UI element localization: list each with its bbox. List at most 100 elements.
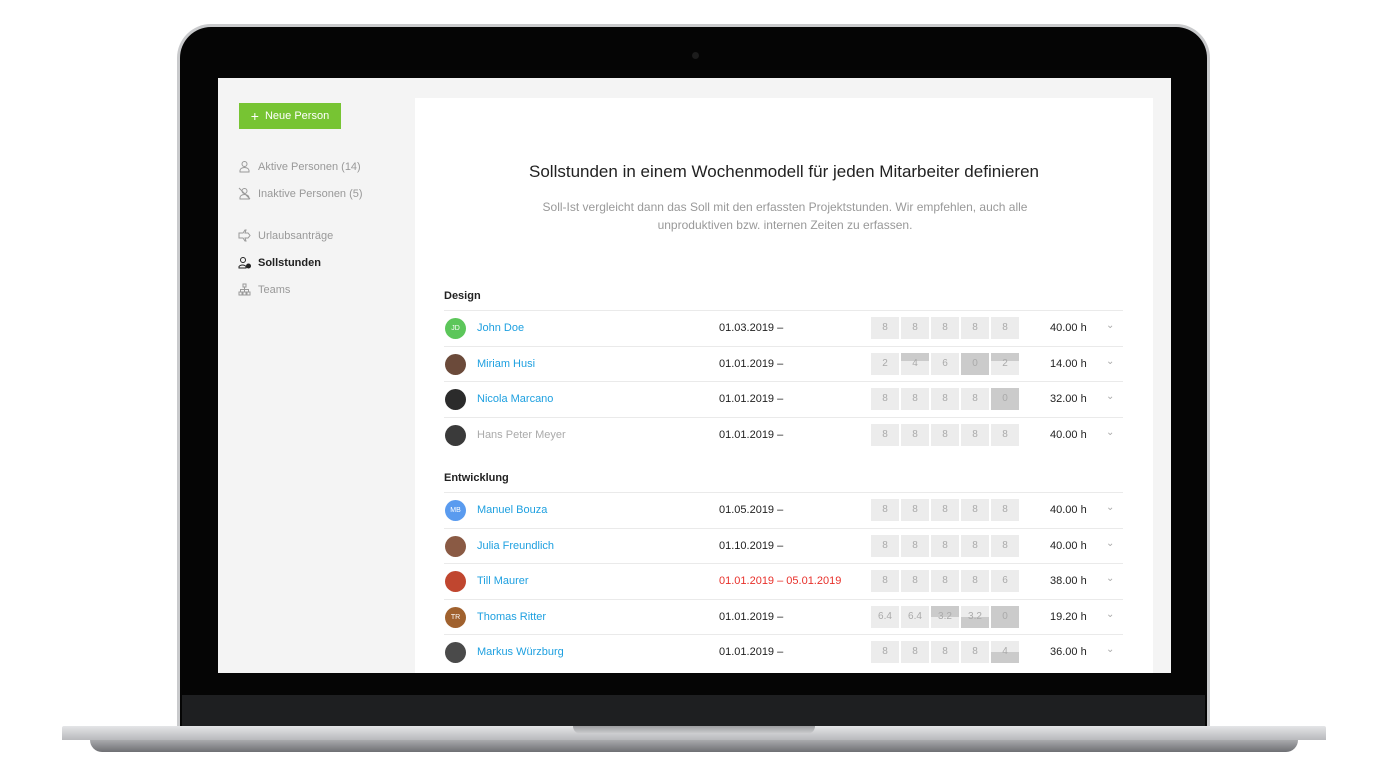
day-hours-cell[interactable]: 6.4 (901, 605, 929, 628)
day-hours-cell[interactable]: 8 (871, 570, 899, 592)
day-hours-cell[interactable]: 3.2 (961, 605, 989, 628)
day-hours-cell[interactable]: 8 (991, 423, 1019, 446)
day-hours-cell[interactable]: 3.2 (931, 605, 959, 628)
day-hours-value: 6 (942, 357, 948, 369)
day-hours-cell[interactable]: 8 (961, 499, 989, 521)
day-hours-cell[interactable]: 8 (991, 534, 1019, 557)
day-hours-value: 8 (972, 428, 978, 440)
chevron-down-icon[interactable]: ⌄ (1106, 356, 1114, 367)
chevron-down-icon[interactable]: ⌄ (1106, 573, 1114, 584)
avatar: JD (445, 318, 466, 339)
day-hours-cell[interactable]: 8 (961, 388, 989, 410)
day-hours-cell[interactable]: 8 (931, 388, 959, 410)
week-hours: 8 8 8 8 4 (871, 641, 1019, 663)
day-hours-cell[interactable]: 2 (871, 352, 899, 375)
person-name-link[interactable]: Thomas Ritter (477, 611, 546, 623)
table-row: Hans Peter Meyer 01.01.2019 – 8 8 8 8 8 40.0… (444, 416, 1123, 453)
day-hours-cell[interactable]: 8 (931, 317, 959, 339)
day-hours-cell[interactable]: 8 (931, 641, 959, 663)
person-name-link[interactable]: Till Maurer (477, 575, 529, 587)
chevron-down-icon[interactable]: ⌄ (1106, 427, 1114, 438)
day-hours-cell[interactable]: 8 (901, 534, 929, 557)
avatar: TR (445, 606, 466, 628)
page-subtitle: Soll-Ist vergleicht dann das Soll mit de… (542, 200, 1028, 232)
person-name-link[interactable]: John Doe (477, 322, 524, 334)
new-person-button[interactable]: + Neue Person (239, 103, 341, 129)
group-heading: Design (444, 290, 481, 302)
day-hours-cell[interactable]: 8 (871, 534, 899, 557)
day-hours-cell[interactable]: 8 (901, 641, 929, 663)
week-hours: 8 8 8 8 0 (871, 388, 1019, 410)
day-hours-value: 0 (972, 357, 978, 369)
chevron-down-icon[interactable]: ⌄ (1106, 320, 1114, 331)
day-hours-cell[interactable]: 4 (991, 641, 1019, 663)
sidebar-item-label: Aktive Personen (14) (258, 160, 361, 173)
day-hours-value: 8 (912, 646, 918, 657)
chevron-down-icon[interactable]: ⌄ (1106, 502, 1114, 513)
day-hours-cell[interactable]: 8 (901, 499, 929, 521)
person-name-link[interactable]: Miriam Husi (477, 358, 535, 370)
day-hours-cell[interactable]: 2 (991, 352, 1019, 375)
day-hours-cell[interactable]: 8 (901, 388, 929, 410)
valid-from-date: 01.01.2019 – 05.01.2019 (719, 575, 842, 587)
day-hours-cell[interactable]: 8 (871, 423, 899, 446)
day-hours-cell[interactable]: 0 (991, 388, 1019, 410)
valid-from-date: 01.03.2019 – (719, 322, 784, 334)
day-hours-cell[interactable]: 8 (961, 641, 989, 663)
table-row: Markus Würzburg 01.01.2019 – 8 8 8 8 4 36.00… (444, 634, 1123, 670)
day-hours-cell[interactable]: 8 (931, 499, 959, 521)
day-hours-cell[interactable]: 8 (961, 423, 989, 446)
day-hours-cell[interactable]: 8 (871, 499, 899, 521)
sidebar-item-inaktive-personen[interactable]: Inaktive Personen (5) (238, 187, 363, 200)
day-hours-cell[interactable]: 8 (871, 641, 899, 663)
person-name-link[interactable]: Nicola Marcano (477, 393, 553, 405)
day-hours-cell[interactable]: 6 (991, 570, 1019, 592)
day-hours-cell[interactable]: 8 (991, 317, 1019, 339)
day-hours-value: 8 (1002, 504, 1008, 515)
day-hours-cell[interactable]: 8 (871, 317, 899, 339)
day-hours-value: 8 (882, 575, 888, 586)
total-hours: 36.00 h (1050, 646, 1087, 658)
table-row: MB Manuel Bouza 01.05.2019 – 8 8 8 8 8 40.00… (444, 492, 1123, 528)
chevron-down-icon[interactable]: ⌄ (1106, 391, 1114, 402)
day-hours-cell[interactable]: 0 (961, 352, 989, 375)
avatar: MB (445, 500, 466, 521)
sidebar-item-urlaubsanträge[interactable]: Urlaubsanträge (238, 229, 333, 242)
day-hours-value: 6.4 (908, 610, 922, 622)
day-hours-cell[interactable]: 8 (931, 423, 959, 446)
person-name-link[interactable]: Manuel Bouza (477, 504, 547, 516)
week-hours: 8 8 8 8 8 (871, 423, 1019, 446)
sidebar-item-teams[interactable]: Teams (238, 283, 290, 296)
day-hours-cell[interactable]: 8 (961, 534, 989, 557)
day-hours-cell[interactable]: 4 (901, 352, 929, 375)
sidebar-item-label: Inaktive Personen (5) (258, 187, 363, 200)
day-hours-cell[interactable]: 8 (901, 317, 929, 339)
sidebar-item-aktive-personen[interactable]: Aktive Personen (14) (238, 160, 361, 173)
chevron-down-icon[interactable]: ⌄ (1106, 644, 1114, 655)
day-hours-value: 8 (942, 322, 948, 333)
day-hours-cell[interactable]: 8 (901, 570, 929, 592)
chevron-down-icon[interactable]: ⌄ (1106, 609, 1114, 620)
day-hours-value: 8 (942, 504, 948, 515)
day-hours-cell[interactable]: 8 (901, 423, 929, 446)
avatar (445, 424, 466, 446)
day-hours-value: 8 (912, 428, 918, 440)
day-hours-cell[interactable]: 6.4 (871, 605, 899, 628)
new-person-label: Neue Person (264, 110, 330, 122)
day-hours-cell[interactable]: 8 (931, 534, 959, 557)
day-hours-cell[interactable]: 8 (991, 499, 1019, 521)
chevron-down-icon[interactable]: ⌄ (1106, 538, 1114, 549)
person-name-link[interactable]: Markus Würzburg (477, 646, 564, 658)
sidebar-item-label: Sollstunden (258, 256, 321, 269)
person-name-link[interactable]: Hans Peter Meyer (477, 429, 566, 441)
person-name-link[interactable]: Julia Freundlich (477, 540, 554, 552)
day-hours-value: 8 (972, 504, 978, 515)
day-hours-cell[interactable]: 8 (961, 317, 989, 339)
day-hours-cell[interactable]: 8 (871, 388, 899, 410)
day-hours-cell[interactable]: 6 (931, 352, 959, 375)
day-hours-cell[interactable]: 8 (931, 570, 959, 592)
day-hours-cell[interactable]: 0 (991, 605, 1019, 628)
person-clock-icon (238, 257, 251, 269)
day-hours-cell[interactable]: 8 (961, 570, 989, 592)
sidebar-item-sollstunden[interactable]: Sollstunden (238, 256, 321, 269)
